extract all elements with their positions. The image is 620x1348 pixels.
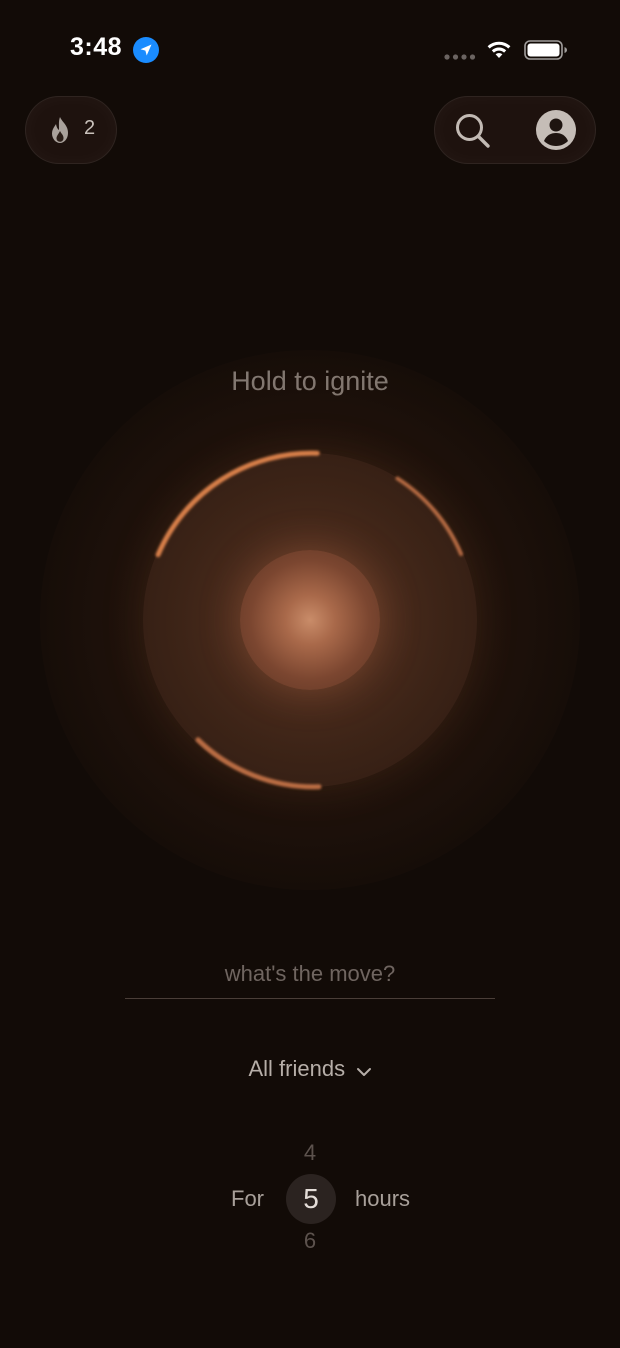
battery-icon: [524, 40, 567, 60]
hour-option-next[interactable]: 6: [300, 1228, 320, 1250]
hour-option-selected[interactable]: 5: [286, 1174, 336, 1224]
ring-arc-top-left: [155, 450, 320, 558]
wifi-icon: [487, 41, 511, 58]
status-time: 3:48: [70, 33, 123, 61]
search-icon[interactable]: [453, 111, 493, 151]
ignite-button[interactable]: [40, 350, 580, 890]
location-arrow-icon: [133, 37, 159, 63]
audience-selector[interactable]: All friends: [0, 1056, 620, 1082]
duration-suffix: hours: [355, 1186, 411, 1211]
streak-count: 2: [84, 117, 96, 139]
move-input[interactable]: [125, 950, 495, 999]
hour-option-previous[interactable]: 4: [300, 1140, 320, 1166]
ring-arc-bottom: [195, 737, 322, 790]
ignite-orb: [40, 350, 580, 890]
header-actions: [434, 96, 596, 164]
profile-icon[interactable]: [536, 110, 576, 150]
chevron-down-icon: [356, 1067, 371, 1076]
cellular-dots-icon: [444, 54, 476, 60]
ring-arc-right: [395, 476, 463, 556]
flame-icon: [52, 117, 68, 143]
streak-counter-button[interactable]: 2: [25, 96, 117, 164]
audience-label: All friends: [248, 1056, 346, 1081]
duration-prefix: For: [231, 1186, 264, 1211]
